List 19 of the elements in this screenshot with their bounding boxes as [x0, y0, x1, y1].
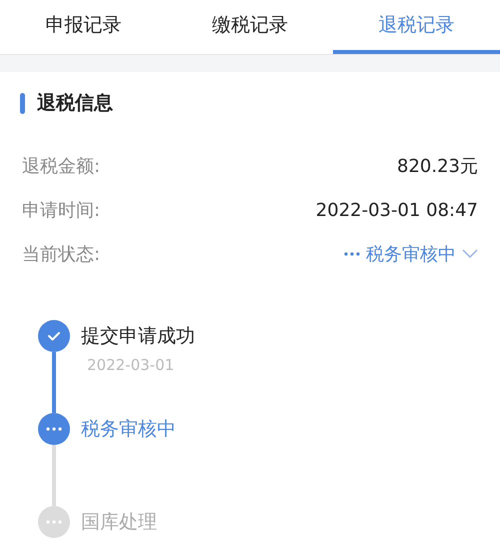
- section-marker: [20, 92, 25, 114]
- field-label: 当前状态:: [22, 242, 100, 266]
- check-icon: [47, 331, 61, 341]
- step-title: 税务审核中: [81, 417, 176, 442]
- chevron-down-icon: [462, 249, 478, 259]
- field-label: 退税金额:: [22, 154, 100, 178]
- dots-icon: [344, 252, 360, 256]
- dots-icon: [46, 427, 62, 431]
- step-title: 国库处理: [81, 510, 157, 535]
- field-value: 2022-03-01 08:47: [316, 198, 478, 222]
- dots-icon: [46, 520, 62, 524]
- tab[interactable]: 申报记录: [0, 0, 167, 54]
- field-value: 820.23元: [397, 154, 478, 178]
- field-label: 申请时间:: [22, 198, 100, 222]
- tab[interactable]: 缴税记录: [166, 0, 334, 54]
- status-dropdown[interactable]: 税务审核中: [344, 240, 478, 268]
- section-title: 退税信息: [37, 90, 113, 116]
- step-date: 2022-03-01: [87, 355, 176, 376]
- step-title: 提交申请成功: [81, 324, 195, 349]
